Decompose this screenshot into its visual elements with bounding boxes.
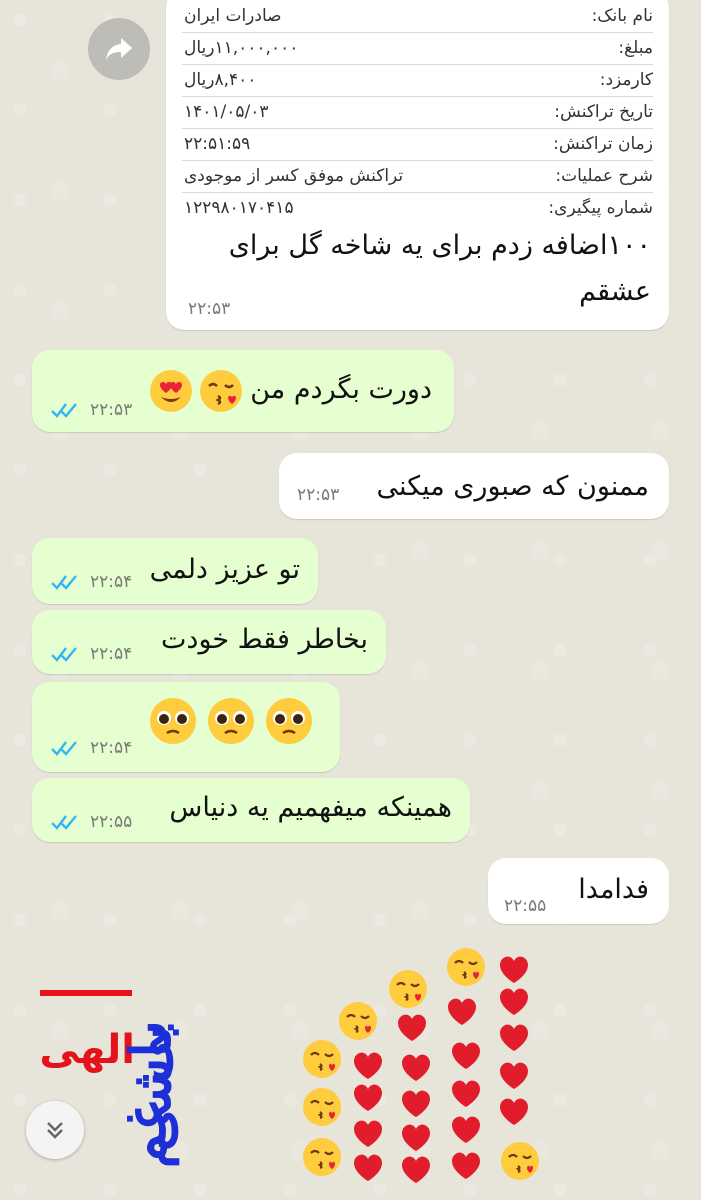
sticker-line2: باشی bbox=[118, 1025, 184, 1151]
message-text: تو عزیز دلمی bbox=[149, 554, 300, 585]
message-text: فدامدا bbox=[578, 874, 649, 905]
receipt-row: زمان تراکنش: ۲۲:۵۱:۵۹ bbox=[182, 130, 653, 161]
outgoing-message-bubble[interactable]: تو عزیز دلمی ۲۲:۵۴ bbox=[32, 538, 318, 604]
receipt-label: زمان تراکنش: bbox=[553, 134, 653, 154]
receipt-value: تراکنش موفق کسر از موجودی bbox=[184, 166, 404, 186]
receipt-message-bubble[interactable]: نام بانک: صادرات ایران مبلغ: ۱۱,۰۰۰,۰۰۰ر… bbox=[166, 0, 669, 330]
outgoing-message-bubble[interactable]: ۲۲:۵۴ bbox=[32, 682, 340, 772]
forward-arrow-icon bbox=[106, 38, 132, 60]
receipt-row: مبلغ: ۱۱,۰۰۰,۰۰۰ریال bbox=[182, 34, 653, 65]
emoji-group bbox=[148, 696, 314, 746]
receipt-row: شماره پیگیری: ۱۲۲۹۸۰۱۷۰۴۱۵ bbox=[182, 194, 653, 224]
sticker-message[interactable]: الهی بی غم باشی bbox=[30, 945, 560, 1195]
message-time: ۲۲:۵۳ bbox=[188, 299, 231, 319]
pleading-face-emoji-icon bbox=[266, 698, 312, 744]
scroll-to-bottom-button[interactable] bbox=[26, 1101, 84, 1159]
receipt-label: نام بانک: bbox=[591, 6, 653, 26]
message-time: ۲۲:۵۴ bbox=[90, 738, 133, 758]
message-text: ممنون که صبوری میکنی bbox=[376, 471, 649, 502]
outgoing-message-bubble[interactable]: همینکه میفهمیم یه دنیاس ۲۲:۵۵ bbox=[32, 778, 470, 842]
double-check-icon bbox=[51, 403, 77, 418]
receipt-value: ۱۴۰۱/۰۵/۰۳ bbox=[184, 102, 269, 122]
receipt-label: کارمزد: bbox=[599, 70, 653, 90]
heart-eyes-emoji-icon bbox=[150, 370, 192, 412]
receipt-value: ۱۲۲۹۸۰۱۷۰۴۱۵ bbox=[184, 198, 294, 218]
incoming-message-bubble[interactable]: فدامدا ۲۲:۵۵ bbox=[488, 858, 669, 924]
outgoing-message-bubble[interactable]: دورت بگردم من ۲۲:۵۳ bbox=[32, 350, 454, 432]
receipt-row: کارمزد: ۸,۴۰۰ریال bbox=[182, 66, 653, 97]
receipt-caption: عشقم bbox=[579, 276, 651, 307]
hearts-kiss-emoji-art bbox=[301, 946, 541, 1183]
message-time: ۲۲:۵۴ bbox=[90, 644, 133, 664]
pleading-face-emoji-icon bbox=[208, 698, 254, 744]
double-check-icon bbox=[51, 575, 77, 590]
message-time: ۲۲:۵۳ bbox=[90, 400, 133, 420]
double-check-icon bbox=[51, 815, 77, 830]
receipt-value: ۸,۴۰۰ریال bbox=[184, 70, 257, 90]
double-check-icon bbox=[51, 741, 77, 756]
receipt-label: شرح عملیات: bbox=[555, 166, 653, 186]
receipt-row: نام بانک: صادرات ایران bbox=[182, 2, 653, 33]
receipt-value: صادرات ایران bbox=[184, 6, 282, 26]
double-chevron-down-icon bbox=[47, 1122, 63, 1139]
outgoing-message-bubble[interactable]: بخاطر فقط خودت ۲۲:۵۴ bbox=[32, 610, 386, 674]
kiss-heart-emoji-icon bbox=[200, 370, 242, 412]
message-text: دورت بگردم من bbox=[250, 374, 432, 405]
receipt-value: ۱۱,۰۰۰,۰۰۰ریال bbox=[184, 38, 299, 58]
receipt-label: شماره پیگیری: bbox=[548, 198, 653, 218]
message-time: ۲۲:۵۵ bbox=[504, 896, 547, 916]
receipt-label: تاریخ تراکنش: bbox=[554, 102, 653, 122]
double-check-icon bbox=[51, 647, 77, 662]
message-time: ۲۲:۵۴ bbox=[90, 572, 133, 592]
receipt-caption: ۱۰۰اضافه زدم برای یه شاخه گل برای bbox=[228, 230, 651, 261]
sticker-text-art: الهی بی غم باشی bbox=[39, 990, 184, 1168]
receipt-row: تاریخ تراکنش: ۱۴۰۱/۰۵/۰۳ bbox=[182, 98, 653, 129]
message-text: همینکه میفهمیم یه دنیاس bbox=[169, 792, 452, 823]
receipt-row: شرح عملیات: تراکنش موفق کسر از موجودی bbox=[182, 162, 653, 193]
emoji-group bbox=[148, 368, 244, 414]
forward-button[interactable] bbox=[88, 18, 150, 80]
receipt-value: ۲۲:۵۱:۵۹ bbox=[184, 134, 251, 154]
incoming-message-bubble[interactable]: ممنون که صبوری میکنی ۲۲:۵۳ bbox=[279, 453, 669, 519]
message-time: ۲۲:۵۳ bbox=[297, 485, 340, 505]
message-time: ۲۲:۵۵ bbox=[90, 812, 133, 832]
receipt-label: مبلغ: bbox=[618, 38, 653, 58]
message-text: بخاطر فقط خودت bbox=[161, 624, 368, 655]
pleading-face-emoji-icon bbox=[150, 698, 196, 744]
